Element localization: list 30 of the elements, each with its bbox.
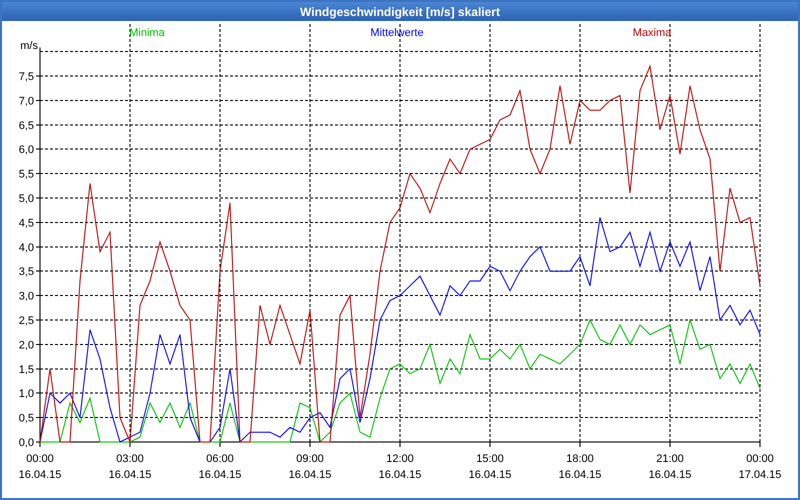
y-tick-label: 7,0: [18, 95, 34, 108]
x-tick-label: 00:00 16.04.15: [18, 453, 62, 481]
x-tick-label: 06:00 16.04.15: [198, 453, 242, 481]
x-tick-label: 12:00 16.04.15: [378, 453, 422, 481]
legend-label: Minima: [129, 27, 165, 39]
y-tick-label: 2,0: [18, 339, 34, 352]
y-tick-label: 1,5: [18, 364, 34, 376]
y-tick-label: 4,0: [18, 242, 34, 254]
y-tick-label: 6,5: [18, 120, 34, 132]
y-tick-label: 3,5: [18, 266, 34, 278]
legend-label: Mittelwerte: [370, 27, 424, 39]
x-tick-label: 09:00 16.04.15: [288, 453, 332, 481]
window-title: Windgeschwindigkeit [m/s] skaliert: [300, 4, 500, 20]
y-axis-unit: m/s: [20, 40, 38, 52]
x-tick-label: 18:00 16.04.15: [558, 453, 602, 481]
y-tick-label: 6,0: [18, 144, 34, 156]
y-tick-label: 5,0: [18, 193, 34, 205]
x-tick-label: 03:00 16.04.15: [108, 453, 152, 481]
y-tick-label: 1,0: [18, 388, 34, 400]
y-tick-label: 7,5: [18, 71, 34, 83]
y-tick-label: 0,5: [18, 412, 34, 425]
x-tick-label: 00:00 17.04.15: [738, 453, 782, 481]
y-tick-label: 3,0: [18, 290, 34, 303]
y-tick-label: 0,0: [18, 437, 34, 449]
x-tick-label: 21:00 16.04.15: [648, 453, 692, 481]
y-tick-label: 2,5: [18, 315, 34, 327]
x-tick-label: 15:00 16.04.15: [468, 453, 512, 481]
y-tick-label: 5,5: [18, 168, 34, 181]
legend-label: Maxima: [632, 27, 672, 39]
y-tick-label: 4,5: [18, 217, 34, 230]
